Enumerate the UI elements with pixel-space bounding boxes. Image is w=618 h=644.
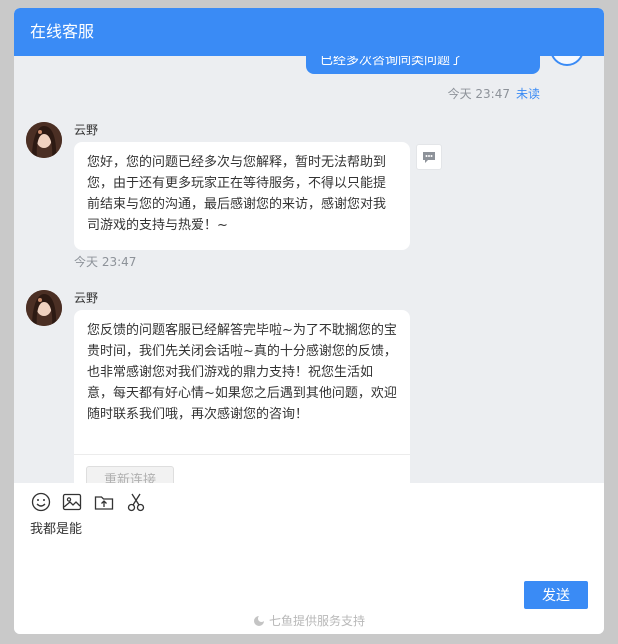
image-icon[interactable] bbox=[61, 491, 83, 513]
message-input[interactable]: 我都是能 bbox=[30, 521, 82, 539]
agent-message-bubble: 您反馈的问题客服已经解答完毕啦~为了不耽搁您的宝贵时间，我们先关闭会话啦~真的十… bbox=[74, 310, 410, 483]
agent-message-text: 您好，您的问题已经多次与您解释，暂时无法帮助到您，由于还有更多玩家正在等待服务，… bbox=[87, 155, 387, 233]
agent-message-bubble: 您好，您的问题已经多次与您解释，暂时无法帮助到您，由于还有更多玩家正在等待服务，… bbox=[74, 142, 410, 250]
scissors-icon[interactable] bbox=[125, 491, 147, 513]
powered-by: 七鱼提供服务支持 bbox=[14, 613, 604, 629]
agent-name: 云野 bbox=[74, 291, 99, 305]
agent-avatar bbox=[26, 122, 62, 158]
chat-header: 在线客服 bbox=[14, 8, 604, 56]
customer-service-window: 在线客服 已经多次咨询同类问题了 今天 23:47 未读 云野 您好，您的问题已经… bbox=[14, 8, 604, 634]
reconnect-button[interactable]: 重新连接 bbox=[86, 466, 174, 483]
sent-message-time: 今天 23:47 bbox=[447, 87, 510, 101]
message-list[interactable]: 已经多次咨询同类问题了 今天 23:47 未读 云野 您好，您的问题已经多次与您解… bbox=[14, 56, 604, 483]
sent-message-bubble: 已经多次咨询同类问题了 bbox=[306, 56, 540, 74]
comment-icon bbox=[423, 152, 435, 163]
user-avatar bbox=[550, 56, 584, 66]
send-button[interactable]: 发送 bbox=[524, 581, 588, 609]
message-composer: 我都是能 发送 七鱼提供服务支持 bbox=[14, 483, 604, 634]
bubble-divider bbox=[74, 454, 410, 455]
powered-by-text: 七鱼提供服务支持 bbox=[268, 614, 365, 628]
emoji-icon[interactable] bbox=[30, 491, 52, 513]
header-title: 在线客服 bbox=[30, 22, 95, 41]
upload-icon[interactable] bbox=[93, 491, 115, 513]
agent-message-text: 您反馈的问题客服已经解答完毕啦~为了不耽搁您的宝贵时间，我们先关闭会话啦~真的十… bbox=[87, 323, 397, 422]
sent-message-meta: 今天 23:47 未读 bbox=[448, 86, 540, 102]
sent-message-text: 已经多次咨询同类问题了 bbox=[320, 56, 464, 68]
qiyu-logo-icon bbox=[253, 616, 264, 626]
agent-message-time: 今天 23:47 bbox=[74, 255, 137, 269]
message-action-button[interactable] bbox=[416, 144, 442, 170]
read-status-badge: 未读 bbox=[515, 87, 540, 101]
agent-avatar bbox=[26, 290, 62, 326]
agent-name: 云野 bbox=[74, 123, 99, 137]
